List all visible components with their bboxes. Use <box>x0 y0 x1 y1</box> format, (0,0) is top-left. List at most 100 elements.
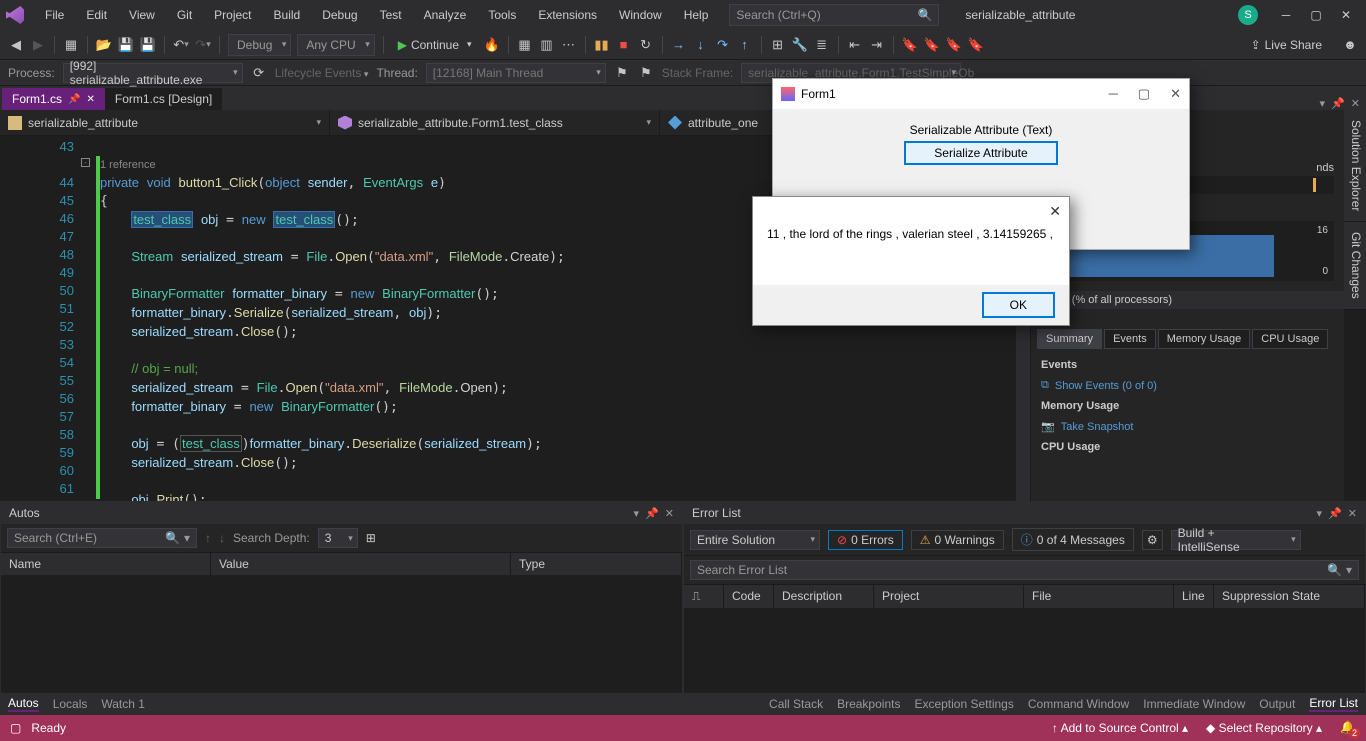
step-into-icon[interactable]: ↓ <box>693 37 709 53</box>
bookmark2-icon[interactable]: 🔖 <box>924 37 940 53</box>
cpu-section-header[interactable]: CPU (% of all processors) <box>1031 291 1344 309</box>
undo-icon[interactable]: ↶ <box>173 37 189 53</box>
more-icon[interactable]: ⋯ <box>561 37 577 53</box>
feedback-icon[interactable]: ☻ <box>1342 37 1358 53</box>
panel-close-icon[interactable]: ✕ <box>1348 507 1357 520</box>
align-left-icon[interactable]: ⇤ <box>847 37 863 53</box>
build-intellisense-combo[interactable]: Build + IntelliSense <box>1171 530 1301 550</box>
codelens-references[interactable]: 1 reference <box>100 159 156 171</box>
depth-combo[interactable]: 3 <box>318 528 358 548</box>
nav-down-icon[interactable]: ↓ <box>219 531 225 545</box>
close-button[interactable]: ✕ <box>1340 8 1352 22</box>
messagebox-close-button[interactable]: ✕ <box>1049 203 1061 220</box>
diag-tab-events[interactable]: Events <box>1104 329 1156 349</box>
menu-edit[interactable]: Edit <box>77 4 116 26</box>
pause-icon[interactable]: ▮▮ <box>594 37 610 53</box>
messages-filter[interactable]: ⓘ0 of 4 Messages <box>1012 528 1134 551</box>
diag-tab-cpu[interactable]: CPU Usage <box>1252 329 1328 349</box>
menu-project[interactable]: Project <box>205 4 260 26</box>
form1-titlebar[interactable]: Form1 ─ ▢ ✕ <box>773 79 1189 109</box>
tool-icon-1[interactable]: ⊞ <box>366 531 376 545</box>
panel-pin-icon[interactable]: 📌 <box>1328 507 1342 520</box>
step-out-icon[interactable]: ↑ <box>737 37 753 53</box>
col-code[interactable]: Code <box>724 585 774 608</box>
user-avatar[interactable]: S <box>1238 5 1258 25</box>
btab-command[interactable]: Command Window <box>1028 697 1129 711</box>
btab-breakpoints[interactable]: Breakpoints <box>837 697 900 711</box>
col-desc[interactable]: Description <box>774 585 874 608</box>
errors-filter[interactable]: ⊘0 Errors <box>828 530 903 550</box>
show-events-link[interactable]: ⧉ Show Events (0 of 0) <box>1041 375 1334 396</box>
continue-button[interactable]: ▶Continue▾ <box>392 38 478 52</box>
bookmark1-icon[interactable]: 🔖 <box>902 37 918 53</box>
save-icon[interactable]: 💾 <box>118 37 134 53</box>
warnings-filter[interactable]: ⚠0 Warnings <box>911 530 1004 550</box>
btab-autos[interactable]: Autos <box>8 696 39 712</box>
step-next-icon[interactable]: → <box>671 37 687 53</box>
forward-icon[interactable]: ▶ <box>30 37 46 53</box>
maximize-button[interactable]: ▢ <box>1310 8 1322 22</box>
bookmark3-icon[interactable]: 🔖 <box>946 37 962 53</box>
filter-icon[interactable]: ⚙ <box>1142 530 1163 550</box>
save-all-icon[interactable]: 💾 <box>140 37 156 53</box>
form1-minimize-button[interactable]: ─ <box>1109 86 1118 102</box>
menu-analyze[interactable]: Analyze <box>415 4 476 26</box>
panel-close-icon[interactable]: ✕ <box>665 507 674 520</box>
nav-up-icon[interactable]: ↑ <box>205 531 211 545</box>
col-file[interactable]: File <box>1024 585 1174 608</box>
pin-icon[interactable]: 📌 <box>68 94 80 105</box>
menu-help[interactable]: Help <box>675 4 718 26</box>
thread-combo[interactable]: [12168] Main Thread <box>426 63 606 83</box>
tab-form1-design[interactable]: Form1.cs [Design] <box>105 87 222 110</box>
panel-dropdown-icon[interactable]: ▾ <box>634 507 640 520</box>
col-project[interactable]: Project <box>874 585 1024 608</box>
menu-file[interactable]: File <box>36 4 73 26</box>
messagebox-ok-button[interactable]: OK <box>982 292 1055 318</box>
col-suppression[interactable]: Suppression State <box>1214 585 1365 608</box>
tab-form1-cs[interactable]: Form1.cs📌✕ <box>2 87 105 110</box>
autos-search[interactable]: Search (Ctrl+E)🔍▾ <box>7 528 197 548</box>
new-project-icon[interactable]: ▦ <box>63 37 79 53</box>
btab-locals[interactable]: Locals <box>53 697 88 711</box>
nav-type-combo[interactable]: serializable_attribute.Form1.test_class <box>330 110 660 135</box>
form1-close-button[interactable]: ✕ <box>1170 86 1181 102</box>
outline-collapse-icon[interactable]: - <box>81 158 90 167</box>
tab-git-changes[interactable]: Git Changes <box>1344 222 1366 310</box>
restart-icon[interactable]: ↻ <box>638 37 654 53</box>
menu-tools[interactable]: Tools <box>479 4 525 26</box>
diag-tab-summary[interactable]: Summary <box>1037 329 1102 349</box>
platform-combo[interactable]: Any CPU <box>297 34 374 56</box>
tab-dropdown-icon[interactable]: ▾ <box>1320 97 1326 110</box>
errorlist-scope-combo[interactable]: Entire Solution <box>690 530 820 550</box>
errorlist-search[interactable]: Search Error List🔍▾ <box>690 560 1359 580</box>
hot-reload-icon[interactable]: 🔥 <box>484 37 500 53</box>
select-repository[interactable]: ◆ Select Repository ▴ <box>1206 721 1322 735</box>
col-type[interactable]: Type <box>511 553 682 575</box>
menu-build[interactable]: Build <box>265 4 310 26</box>
minimize-button[interactable]: ─ <box>1280 8 1292 22</box>
btab-immediate[interactable]: Immediate Window <box>1143 697 1245 711</box>
tab-close-all-icon[interactable]: ✕ <box>1351 97 1360 110</box>
flags-icon[interactable]: ⚑ <box>638 65 654 81</box>
process-combo[interactable]: [992] serializable_attribute.exe <box>63 63 243 83</box>
stop-icon[interactable]: ■ <box>616 37 632 53</box>
app-icon[interactable]: ▥ <box>539 37 555 53</box>
properties-icon[interactable]: 🔧 <box>792 37 808 53</box>
take-snapshot-link[interactable]: 📷 Take Snapshot <box>1041 416 1334 437</box>
tab-pin-icon[interactable]: 📌 <box>1331 97 1345 110</box>
nav-scope-combo[interactable]: serializable_attribute <box>0 110 330 135</box>
config-combo[interactable]: Debug <box>228 34 291 56</box>
col-line[interactable]: Line <box>1174 585 1214 608</box>
panel-pin-icon[interactable]: 📌 <box>645 507 659 520</box>
back-icon[interactable]: ◀ <box>8 37 24 53</box>
open-icon[interactable]: 📂 <box>96 37 112 53</box>
menu-git[interactable]: Git <box>168 4 201 26</box>
menu-test[interactable]: Test <box>371 4 411 26</box>
tab-close-icon[interactable]: ✕ <box>86 94 94 105</box>
doc-outline-icon[interactable]: ≣ <box>814 37 830 53</box>
lifecycle-icon[interactable]: ⟳ <box>251 65 267 81</box>
btab-errorlist[interactable]: Error List <box>1309 696 1358 712</box>
btab-callstack[interactable]: Call Stack <box>769 697 823 711</box>
bookmark4-icon[interactable]: 🔖 <box>968 37 984 53</box>
align-right-icon[interactable]: ⇥ <box>869 37 885 53</box>
